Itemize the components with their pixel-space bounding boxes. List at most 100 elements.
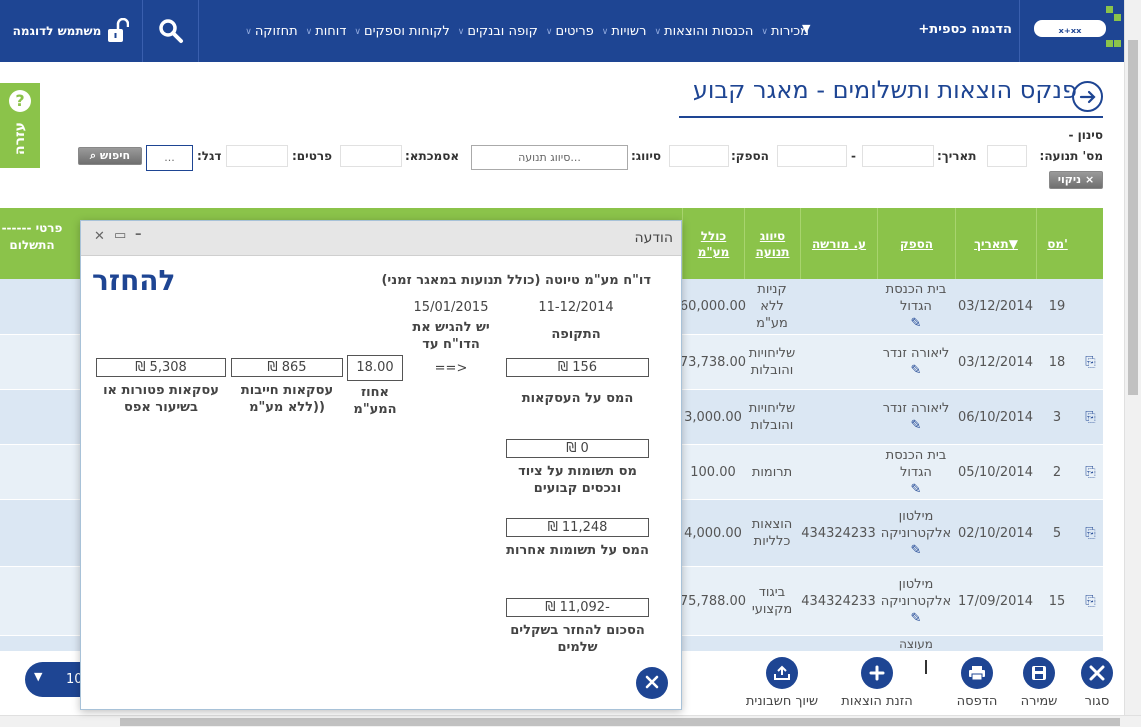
supplier-name: ליאורה זנדר <box>882 346 950 361</box>
cell-supplier: מעוצה <box>899 637 933 651</box>
nav-item-cash-banks[interactable]: קופה ובנקים ∨ <box>458 24 538 39</box>
attachment-icon[interactable]: ⎘ <box>1078 445 1103 499</box>
cell-classification: הוצאות כלליות <box>751 517 793 549</box>
reference-input[interactable] <box>340 145 402 167</box>
attachment-icon[interactable]: ⎘ <box>1078 390 1103 444</box>
help-tab[interactable]: ? עזרה <box>0 83 40 168</box>
header-total-vat[interactable]: כולל מע"מ <box>682 208 744 279</box>
nav-label: מכירות <box>770 24 809 39</box>
attachment-icon[interactable]: ⎘ <box>1078 500 1103 566</box>
pencil-icon[interactable]: ✎ <box>911 610 922 627</box>
horizontal-scrollbar[interactable] <box>0 715 1141 727</box>
flag-label: דגל: <box>197 149 222 163</box>
cell-classification: קניות ללא מע"מ <box>756 282 788 331</box>
pencil-icon[interactable]: ✎ <box>911 542 922 559</box>
enter-expenses-button[interactable]: הזנת הוצאות <box>838 657 916 709</box>
taxable-transactions-value: 865 ₪ <box>231 358 343 377</box>
header-payment-details[interactable]: ------ פרטי התשלום <box>0 208 64 279</box>
chevron-down-icon: ∨ <box>354 26 362 37</box>
header-no[interactable]: מס' <box>1036 208 1078 279</box>
report-title: דו"ח מע"מ טיוטה (כולל תנועות במאגר זמני) <box>381 273 651 288</box>
due-date-value: 15/01/2015 <box>413 300 489 315</box>
cell-date: 02/10/2014 <box>958 525 1033 541</box>
header-date[interactable]: תאריך ▼ <box>955 208 1036 279</box>
supplier-name: ליאורה זנדר <box>882 401 950 416</box>
vertical-scrollbar[interactable] <box>1124 0 1141 715</box>
scrollbar-thumb[interactable] <box>120 718 1120 726</box>
nav-item-income-expenses[interactable]: הכנסות והוצאות ∨ <box>654 24 753 39</box>
nav-item-sales[interactable]: מכירות ∨ <box>761 24 809 39</box>
pencil-icon[interactable]: ✎ <box>911 362 922 379</box>
main-nav: מכירות ∨ הכנסות והוצאות ∨ רשויות ∨ פריטים ∨ … <box>237 24 809 39</box>
user-menu[interactable]: משתמש לדוגמה <box>0 0 142 62</box>
period-value: 11-12/2014 <box>538 300 614 315</box>
flag-select[interactable]: ... <box>146 145 193 171</box>
date-to-input[interactable] <box>777 145 847 167</box>
page-size-select[interactable]: ▼ 10 <box>25 662 85 697</box>
doc-no-input[interactable] <box>987 145 1027 167</box>
nav-label: דוחות <box>315 24 347 39</box>
app-logo[interactable]: ₓ₊ₓₓ <box>1019 0 1124 62</box>
header-classification[interactable]: סיווג תנועה <box>744 208 800 279</box>
header-dealer[interactable]: ע. מורשה <box>800 208 877 279</box>
cell-total: 75,788.00 <box>679 593 747 609</box>
supplier-input[interactable] <box>669 145 729 167</box>
print-button[interactable]: הדפסה <box>952 657 1002 709</box>
assign-invoice-button[interactable]: שיוך חשבונית <box>741 657 823 709</box>
save-label: שמירה <box>1020 694 1058 709</box>
attachment-icon[interactable]: ⎘ <box>1078 567 1103 635</box>
cell-dealer: 434324233 <box>801 593 876 609</box>
date-separator: - <box>851 149 856 163</box>
page-title: פנקס הוצאות ותשלומים - מאגר קבוע <box>692 76 1077 104</box>
close-icon <box>1081 657 1113 689</box>
close-tool-label: סגור <box>1084 694 1110 709</box>
fixed-assets-input-tax-label: מס תשומות על ציוד ונכסים קבועים <box>518 464 637 496</box>
save-button[interactable]: שמירה <box>1016 657 1062 709</box>
kaspit-logo-icon: ₓ₊ₓₓ <box>1034 6 1121 47</box>
search-button[interactable] <box>142 0 199 62</box>
close-tool-button[interactable]: סגור <box>1080 657 1114 709</box>
cell-supplier: ליאורה זנדר ✎ <box>877 335 955 389</box>
cell-supplier: מילטון אלקטרוניקה ✎ <box>877 567 955 635</box>
arrow-indicator: <== <box>434 361 468 376</box>
pencil-icon[interactable]: ✎ <box>911 315 922 332</box>
chevron-down-icon: ∨ <box>601 26 609 37</box>
cell-total: 60,000.00 <box>679 299 747 314</box>
classification-select[interactable]: סיווג תנועה... <box>471 145 628 170</box>
pencil-icon[interactable]: ✎ <box>911 481 922 498</box>
search-filter-button[interactable]: ⌕ חיפוש <box>78 147 142 165</box>
nav-item-maintenance[interactable]: תחזוקה ∨ <box>245 24 297 39</box>
dialog-minimize-icon[interactable]: – <box>135 227 142 242</box>
cell-supplier: מילטון אלקטרוניקה ✎ <box>877 500 955 566</box>
scrollbar-thumb[interactable] <box>1128 40 1138 395</box>
nav-label: רשויות <box>611 24 647 39</box>
cell-date: 06/10/2014 <box>958 409 1033 425</box>
cell-no: 5 <box>1052 525 1062 541</box>
dialog-close-button[interactable] <box>636 667 668 699</box>
supplier-name: בית הכנסת הגדול <box>885 282 947 314</box>
cell-dealer: 434324233 <box>801 525 876 541</box>
chevron-down-icon: ∨ <box>761 26 768 37</box>
cell-no: 18 <box>1048 354 1066 370</box>
chevron-down-icon: ∨ <box>245 26 252 37</box>
search-icon <box>158 19 183 43</box>
nav-item-authorities[interactable]: רשויות ∨ <box>602 24 647 39</box>
dialog-close-icon[interactable]: ✕ <box>94 229 105 244</box>
nav-item-items[interactable]: פריטים ∨ <box>546 24 594 39</box>
fixed-assets-input-tax-value: 0 ₪ <box>506 439 649 458</box>
nav-item-reports[interactable]: דוחות ∨ <box>306 24 347 39</box>
company-demo-link[interactable]: הדגמה כספית+ <box>918 22 1012 37</box>
cell-classification: ביגוד מקצועי <box>751 585 793 617</box>
date-label: תאריך: <box>937 149 977 163</box>
nav-item-customers-suppliers[interactable]: לקוחות וספקים ∨ <box>354 24 449 39</box>
user-name: משתמש לדוגמה <box>12 24 102 38</box>
chevron-down-icon: ∨ <box>545 26 553 37</box>
details-input[interactable] <box>226 145 288 167</box>
attachment-icon[interactable]: ⎘ <box>1078 335 1103 389</box>
date-from-input[interactable] <box>862 145 934 167</box>
dialog-maximize-icon[interactable]: ▭ <box>114 228 126 243</box>
header-supplier[interactable]: הספק <box>877 208 955 279</box>
pencil-icon[interactable]: ✎ <box>911 417 922 434</box>
clear-filter-button[interactable]: ניקוי × <box>1049 171 1103 189</box>
enter-expenses-label: הזנת הוצאות <box>841 694 913 709</box>
